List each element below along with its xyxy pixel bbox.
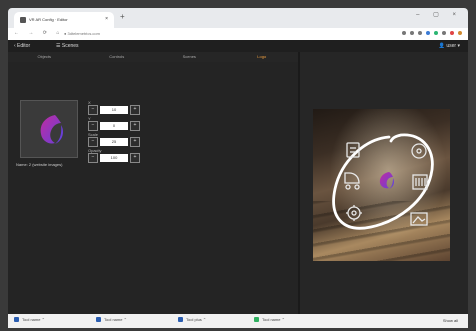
decrement-button[interactable]: − [88,152,98,163]
center-logo-icon[interactable] [379,172,394,189]
gear-hotspot-icon[interactable] [346,205,362,221]
increment-button[interactable]: + [130,104,140,115]
file-icon [178,317,183,323]
field-y: Y − 0 + [88,116,144,131]
window-controls[interactable]: – ▢ × [416,11,462,18]
scene-preview[interactable] [313,109,450,261]
download-item[interactable]: Tool plus ⌃ [178,317,206,323]
tab-title: VR AR Config · Editor [29,17,68,22]
extension-icon[interactable] [442,31,446,35]
editor-tabs: Objects Controls Scenes Logo [8,52,298,62]
y-input[interactable]: 0 [100,121,128,130]
address-bar[interactable]: ← → ⟳ ⌂ ● 3dtelemetrics.com [8,28,468,40]
field-x: X − 10 + [88,100,144,115]
scale-input[interactable]: 25 [100,137,128,146]
decrement-button[interactable]: − [88,120,98,131]
download-item[interactable]: Tool name ⌃ [14,317,45,323]
logo-icon [40,115,63,144]
user-menu[interactable]: 👤 user ▾ [439,43,460,49]
x-input[interactable]: 10 [100,105,128,114]
stroller-hotspot-icon[interactable] [344,172,360,190]
downloads-bar: Tool name ⌃ Tool name ⌃ Tool plus ⌃ Tool… [8,314,468,328]
profile-avatar[interactable] [458,31,462,35]
logo-settings-panel: Name: 2 (website images) X − 10 + Y − 0 … [8,62,298,320]
field-scale: Scale − 25 + [88,132,144,147]
navigation-icons[interactable]: ← → ⟳ ⌂ [14,30,63,36]
download-name: Tool name [262,317,281,322]
download-item[interactable]: Tool name ⌃ [96,317,127,323]
back-to-editor-link[interactable]: ‹ Editor [14,43,30,49]
extension-icons[interactable] [402,31,462,35]
logo-thumbnail[interactable] [20,100,78,158]
x-stepper: − 10 + [88,104,144,115]
opacity-input[interactable]: 100 [100,153,128,162]
opacity-stepper: − 100 + [88,152,144,163]
decrement-button[interactable]: − [88,136,98,147]
download-name: Tool name [104,317,123,322]
increment-button[interactable]: + [130,120,140,131]
decrement-button[interactable]: − [88,104,98,115]
scale-stepper: − 25 + [88,136,144,147]
extension-icon[interactable] [426,31,430,35]
extension-icon[interactable] [402,31,406,35]
browser-tabstrip: VR AR Config · Editor × + – ▢ × [8,8,468,28]
browser-tab[interactable]: VR AR Config · Editor × [14,12,114,28]
image-hotspot-icon[interactable] [410,212,428,226]
thumbnail-caption: Name: 2 (website images) [16,162,63,167]
favicon-icon [20,17,26,23]
download-item[interactable]: Tool name ⌃ [254,317,285,323]
y-stepper: − 0 + [88,120,144,131]
tab-objects[interactable]: Objects [8,52,81,62]
file-icon [14,317,19,323]
scenes-menu[interactable]: ☰ Scenes [56,43,79,49]
extension-icon[interactable] [434,31,438,35]
compass-hotspot-icon[interactable] [411,143,427,159]
extension-icon[interactable] [418,31,422,35]
close-tab-icon[interactable]: × [105,16,108,22]
barcode-hotspot-icon[interactable] [412,174,428,190]
file-icon [96,317,101,323]
extension-icon[interactable] [450,31,454,35]
extension-icon[interactable] [410,31,414,35]
file-icon [254,317,259,323]
increment-button[interactable]: + [130,136,140,147]
tab-logo[interactable]: Logo [226,52,299,62]
url-text[interactable]: ● 3dtelemetrics.com [64,31,100,36]
increment-button[interactable]: + [130,152,140,163]
download-name: Tool plus [186,317,202,322]
field-opacity: Opacity − 100 + [88,148,144,163]
show-all-downloads-button[interactable]: Show all [443,318,458,323]
scene-overlay [332,133,434,230]
new-tab-button[interactable]: + [120,12,125,21]
tab-scenes[interactable]: Scenes [153,52,226,62]
tab-controls[interactable]: Controls [81,52,154,62]
app-topbar: ‹ Editor ☰ Scenes 👤 user ▾ [8,40,468,52]
download-name: Tool name [22,317,41,322]
